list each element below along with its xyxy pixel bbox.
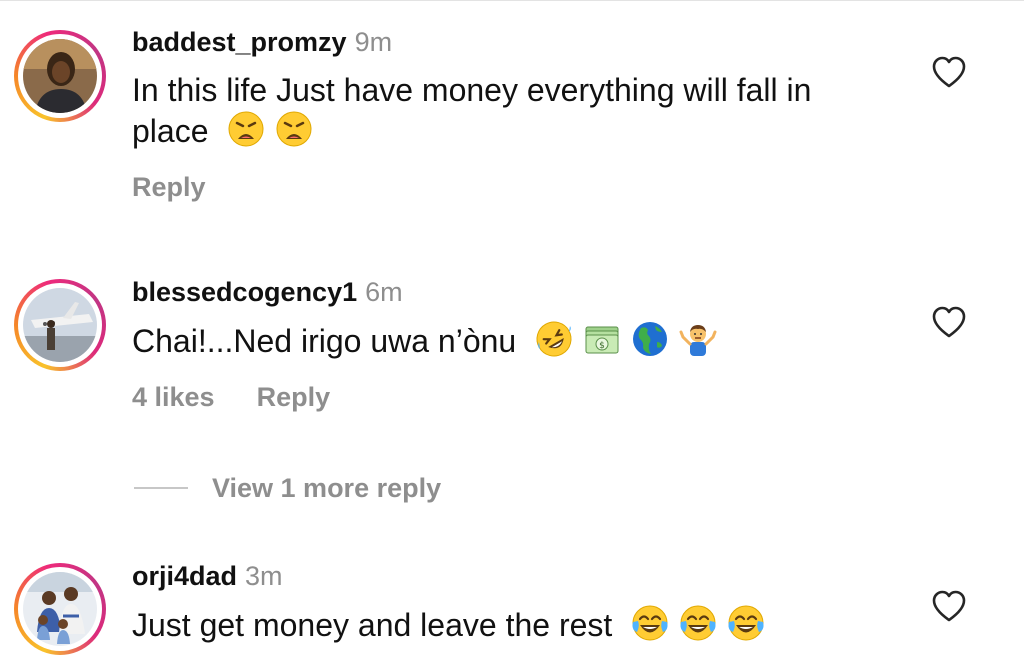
username[interactable]: orji4dad	[132, 561, 237, 591]
globe-americas-emoji-icon	[631, 320, 669, 358]
rolling-on-floor-laughing-emoji-icon	[535, 320, 573, 358]
avatar[interactable]	[23, 39, 97, 113]
comment-actions: 4 likes Reply	[132, 381, 330, 413]
comment-actions: Reply	[132, 171, 206, 203]
avatar-story-ring[interactable]	[14, 30, 106, 122]
username[interactable]: baddest_promzy	[132, 27, 347, 57]
face-with-tears-of-joy-emoji-icon	[679, 604, 717, 642]
comment-text: Just get money and leave the rest	[132, 604, 892, 645]
comment-text-body: Chai!...Ned irigo uwa n’ònu	[132, 323, 517, 359]
username[interactable]: blessedcogency1	[132, 277, 357, 307]
reply-button[interactable]: Reply	[257, 382, 331, 412]
dollar-banknote-emoji-icon: $	[583, 320, 621, 358]
replies-divider	[134, 487, 188, 489]
comment-meta: blessedcogency1 6m	[132, 276, 403, 308]
heart-outline-icon[interactable]	[930, 589, 968, 623]
man-shrugging-emoji-icon	[679, 320, 717, 358]
face-with-tears-of-joy-emoji-icon	[631, 604, 669, 642]
comment-text: Chai!...Ned irigo uwa n’ònu $	[132, 320, 892, 361]
weary-face-emoji-icon	[275, 110, 313, 148]
svg-text:$: $	[599, 341, 605, 351]
likes-count-button[interactable]: 4 likes	[132, 382, 215, 412]
heart-outline-icon[interactable]	[930, 305, 968, 339]
top-divider	[0, 0, 1024, 1]
comment-meta: baddest_promzy 9m	[132, 26, 392, 58]
timestamp: 3m	[245, 561, 283, 591]
reply-button[interactable]: Reply	[132, 172, 206, 202]
heart-outline-icon[interactable]	[930, 55, 968, 89]
face-with-tears-of-joy-emoji-icon	[727, 604, 765, 642]
timestamp: 6m	[365, 277, 403, 307]
avatar[interactable]	[23, 572, 97, 646]
comment-text-body: Just get money and leave the rest	[132, 607, 613, 643]
avatar[interactable]	[23, 288, 97, 362]
comment-meta: orji4dad 3m	[132, 560, 283, 592]
weary-face-emoji-icon	[227, 110, 265, 148]
timestamp: 9m	[354, 27, 393, 57]
avatar-story-ring[interactable]	[14, 279, 106, 371]
avatar-story-ring[interactable]	[14, 563, 106, 655]
comment-text: In this life Just have money everything …	[132, 70, 892, 151]
view-more-replies-label[interactable]: View 1 more reply	[212, 473, 441, 504]
view-more-replies-button[interactable]: View 1 more reply	[134, 470, 441, 506]
